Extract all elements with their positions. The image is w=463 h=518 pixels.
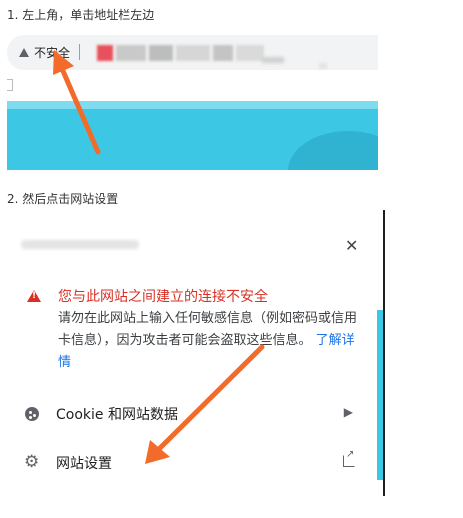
chevron-right-icon: ▶ [343,405,353,419]
cropped-glyph [7,79,13,91]
site-settings-item[interactable]: ⚙ 网站设置 [23,449,363,475]
blurred-fragment [319,63,327,69]
warning-triangle-icon [27,290,41,302]
banner-highlight [7,101,378,109]
blurred-fragment [262,57,284,63]
address-bar[interactable]: 不安全 [7,35,378,70]
site-info-popup: ✕ 您与此网站之间建立的连接不安全 请勿在此网站上输入任何敏感信息（例如密码或信… [7,210,377,496]
blurred-url [97,43,264,63]
step-2-caption: 2. 然后点击网站设置 [7,192,119,206]
page-banner [7,101,378,170]
chip-divider [79,44,81,60]
close-icon[interactable]: ✕ [345,238,358,254]
window-edge [383,210,385,496]
open-external-icon [343,449,355,467]
cookies-label: Cookie 和网站数据 [56,407,178,423]
address-bar-screenshot: 不安全 [7,35,378,170]
warning-description: 请勿在此网站上输入任何敏感信息（例如密码或信用卡信息），因为攻击者可能会盗取这些… [58,308,363,374]
not-secure-label: 不安全 [34,45,71,60]
site-info-screenshot: ✕ 您与此网站之间建立的连接不安全 请勿在此网站上输入任何敏感信息（例如密码或信… [7,210,385,496]
site-settings-label: 网站设置 [56,456,112,472]
gear-icon: ⚙ [24,452,40,472]
warning-description-text: 请勿在此网站上输入任何敏感信息（例如密码或信用卡信息），因为攻击者可能会盗取这些… [58,311,358,348]
site-security-chip[interactable]: 不安全 [13,40,86,64]
warning-triangle-icon [19,47,29,57]
cookies-and-site-data-item[interactable]: Cookie 和网站数据 ▶ [23,402,363,426]
banner-decoration [288,131,378,170]
step-1-caption: 1. 左上角，单击地址栏左边 [7,8,155,22]
tutorial-page: 1. 左上角，单击地址栏左边 不安全 2. 然后点击网站设置 ✕ ! 您与此网站… [0,0,463,518]
warning-title: 您与此网站之间建立的连接不安全 [58,289,268,305]
blurred-site-name [21,240,139,249]
cookie-icon [23,405,41,423]
